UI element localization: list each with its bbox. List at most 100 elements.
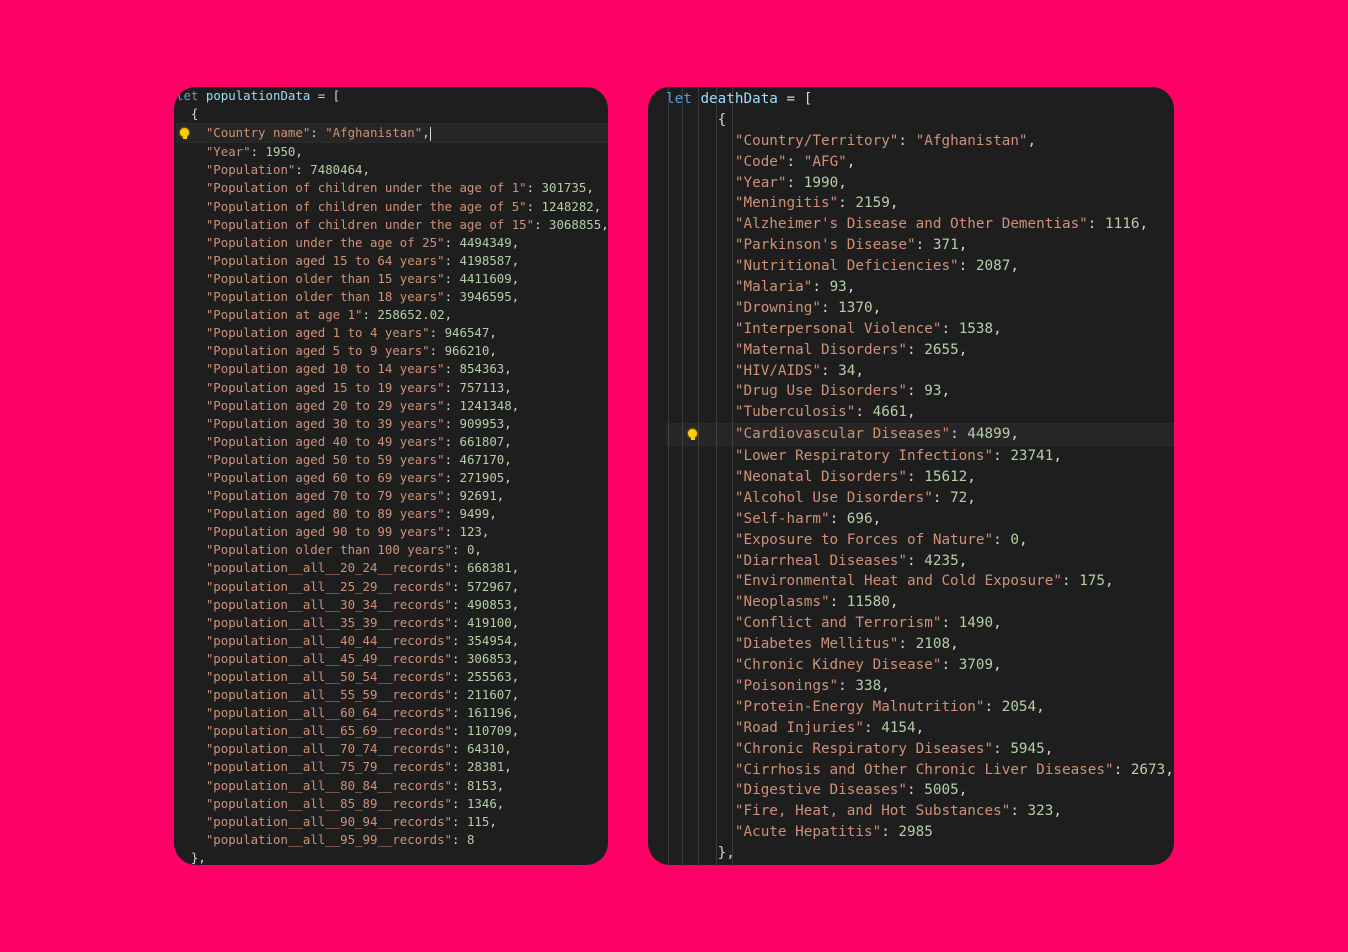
code-line[interactable]: "population__all__90_94__records": 115, [176,813,608,831]
json-key: "population__all__85_89__records" [205,795,453,811]
code-line[interactable]: "Lower Respiratory Infections": 23741, [666,446,1174,467]
code-line[interactable]: "Population older than 15 years": 441160… [176,270,608,288]
code-line[interactable]: "Protein-Energy Malnutrition": 2054, [666,697,1174,718]
code-line[interactable]: "Population of children under the age of… [176,179,608,197]
code-line[interactable]: "Neonatal Disorders": 15612, [666,467,1174,488]
code-line[interactable]: "population__all__55_59__records": 21160… [176,686,608,704]
code-line[interactable]: "Poisonings": 338, [666,676,1174,697]
code-line[interactable]: "Population aged 70 to 79 years": 92691, [176,487,608,505]
code-line[interactable]: "Cardiovascular Diseases": 44899, [666,423,1174,447]
code-line[interactable]: "Country name": "Afghanistan", [176,123,608,144]
code-line[interactable]: "Drowning": 1370, [666,298,1174,319]
code-line[interactable]: "population__all__30_34__records": 49085… [176,596,608,614]
code-line[interactable]: "Country/Territory": "Afghanistan", [666,131,1174,152]
code-line[interactable]: "Alzheimer's Disease and Other Dementias… [666,214,1174,235]
code-line[interactable]: "Self-harm": 696, [666,509,1174,530]
code-area-death[interactable]: let deathData = [ { "Country/Territory":… [648,89,1174,864]
code-line[interactable]: "Year": 1990, [666,173,1174,194]
json-key: "population__all__20_24__records" [205,560,453,576]
code-line[interactable]: "Cirrhosis and Other Chronic Liver Disea… [666,760,1174,781]
code-line[interactable]: "Chronic Respiratory Diseases": 5945, [666,739,1174,760]
code-line[interactable]: "population__all__65_69__records": 11070… [176,722,608,740]
json-value: 467170 [459,451,505,467]
code-line[interactable]: "population__all__25_29__records": 57296… [176,578,608,596]
code-line[interactable]: "Population of children under the age of… [176,198,608,216]
lightbulb-icon[interactable] [180,128,189,140]
code-line[interactable]: "Population aged 40 to 49 years": 661807… [176,433,608,451]
code-line[interactable]: "Drug Use Disorders": 93, [666,381,1174,402]
code-line[interactable]: "population__all__20_24__records": 66838… [176,559,608,577]
code-line[interactable]: "Population aged 15 to 19 years": 757113… [176,379,608,397]
code-line[interactable]: "HIV/AIDS": 34, [666,361,1174,382]
code-line-header[interactable]: let populationData = [ [176,87,608,105]
code-line[interactable]: "Diabetes Mellitus": 2108, [666,634,1174,655]
json-key: "population__all__45_49__records" [205,650,453,666]
code-line[interactable]: "Malaria": 93, [666,277,1174,298]
code-line[interactable]: "Meningitis": 2159, [666,193,1174,214]
code-line[interactable]: "Population aged 60 to 69 years": 271905… [176,469,608,487]
code-line[interactable]: "population__all__40_44__records": 35495… [176,632,608,650]
code-line[interactable]: "Population of children under the age of… [176,216,608,234]
code-line[interactable]: "population__all__95_99__records": 8 [176,831,608,849]
code-line[interactable]: "population__all__85_89__records": 1346, [176,795,608,813]
json-comma: , [504,759,512,775]
editor-panel-population[interactable]: let populationData = [ { "Country name":… [174,87,608,865]
json-comma: , [1053,448,1062,465]
code-line[interactable]: "Road Injuries": 4154, [666,718,1174,739]
code-line[interactable]: "Population aged 90 to 99 years": 123, [176,523,608,541]
code-line[interactable]: "Year": 1950, [176,143,608,161]
code-line[interactable]: "Population aged 50 to 59 years": 467170… [176,451,608,469]
keyword-let: let [666,91,692,107]
code-line[interactable]: "Nutritional Deficiencies": 2087, [666,256,1174,277]
editor-panel-death[interactable]: let deathData = [ { "Country/Territory":… [648,87,1174,865]
code-line[interactable]: "population__all__80_84__records": 8153, [176,777,608,795]
code-line[interactable]: "Tuberculosis": 4661, [666,402,1174,423]
code-area-population[interactable]: let populationData = [ { "Country name":… [174,87,608,865]
code-line[interactable]: "Population aged 15 to 64 years": 419858… [176,252,608,270]
code-line[interactable]: "population__all__75_79__records": 28381… [176,758,608,776]
code-line[interactable]: "Neoplasms": 11580, [666,592,1174,613]
json-value: 338 [855,677,882,694]
json-key: "Population of children under the age of… [205,198,527,214]
json-key: "Malaria" [734,279,813,296]
json-value: 93 [924,383,942,400]
code-line-header[interactable]: let deathData = [ [666,89,1174,110]
code-line[interactable]: "Environmental Heat and Cold Exposure": … [666,571,1174,592]
json-comma: , [1010,258,1019,275]
code-line[interactable]: "Parkinson's Disease": 371, [666,235,1174,256]
code-line[interactable]: "Chronic Kidney Disease": 3709, [666,655,1174,676]
code-line[interactable]: "Conflict and Terrorism": 1490, [666,613,1174,634]
code-line[interactable]: "Interpersonal Violence": 1538, [666,319,1174,340]
code-line[interactable]: "Maternal Disorders": 2655, [666,340,1174,361]
code-line[interactable]: "Population": 7480464, [176,161,608,179]
code-line[interactable]: "population__all__45_49__records": 30685… [176,650,608,668]
code-line[interactable]: "Exposure to Forces of Nature": 0, [666,530,1174,551]
code-line[interactable]: "Population aged 80 to 89 years": 9499, [176,505,608,523]
code-line[interactable]: "Acute Hepatitis": 2985 [666,822,1174,843]
code-line[interactable]: "Population older than 18 years": 394659… [176,288,608,306]
code-line[interactable]: "Population aged 10 to 14 years": 854363… [176,360,608,378]
code-line[interactable]: "Population aged 1 to 4 years": 946547, [176,324,608,342]
code-line[interactable]: "Population aged 30 to 39 years": 909953… [176,415,608,433]
code-line[interactable]: "Code": "AFG", [666,152,1174,173]
code-line[interactable]: "Digestive Diseases": 5005, [666,780,1174,801]
code-line[interactable]: "population__all__50_54__records": 25556… [176,668,608,686]
code-line-close-brace[interactable]: }, [176,849,608,865]
code-line[interactable]: "Alcohol Use Disorders": 72, [666,488,1174,509]
code-line-open-brace[interactable]: { [666,110,1174,131]
code-line[interactable]: "Population aged 5 to 9 years": 966210, [176,342,608,360]
code-line[interactable]: "Population aged 20 to 29 years": 124134… [176,397,608,415]
code-line[interactable]: "Diarrheal Diseases": 4235, [666,551,1174,572]
code-line-open-brace[interactable]: { [176,105,608,123]
code-line-close-brace[interactable]: }, [666,843,1174,864]
code-line[interactable]: "population__all__60_64__records": 16119… [176,704,608,722]
json-value: 371 [932,237,959,254]
code-line[interactable]: "Population under the age of 25": 449434… [176,234,608,252]
json-value: 4235 [924,552,959,569]
code-line[interactable]: "population__all__70_74__records": 64310… [176,740,608,758]
code-line[interactable]: "Population older than 100 years": 0, [176,541,608,559]
code-line[interactable]: "Population at age 1": 258652.02, [176,306,608,324]
lightbulb-icon[interactable] [688,429,697,441]
code-line[interactable]: "population__all__35_39__records": 41910… [176,614,608,632]
code-line[interactable]: "Fire, Heat, and Hot Substances": 323, [666,801,1174,822]
